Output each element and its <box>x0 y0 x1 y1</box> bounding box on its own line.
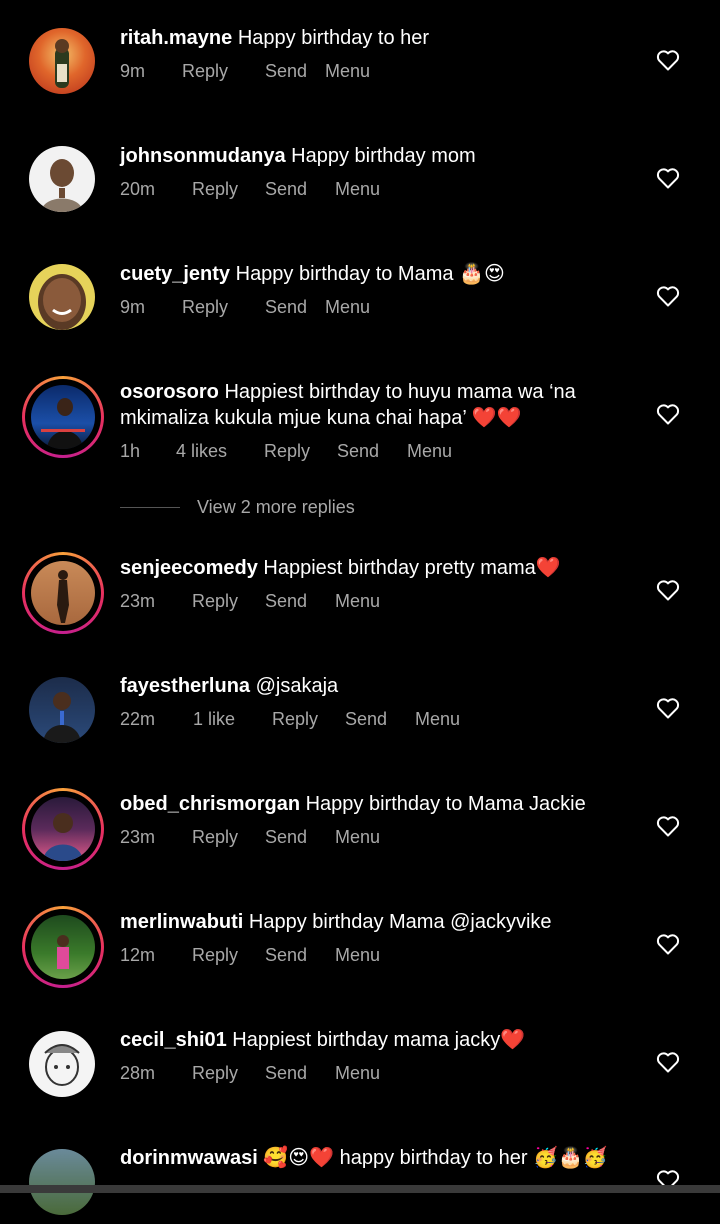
timestamp: 22m <box>120 709 156 729</box>
send-button[interactable]: Send <box>265 591 335 612</box>
username[interactable]: cecil_shi01 <box>120 1029 227 1051</box>
username[interactable]: dorinmwawasi <box>120 1147 258 1169</box>
send-button[interactable]: Send <box>265 179 335 200</box>
comment-body: Happy birthday to Mama Jackie <box>300 793 586 815</box>
comment-body: Happiest birthday mama jacky❤️ <box>226 1029 526 1051</box>
comment-text: osorosoro Happiest birthday to huyu mama… <box>120 379 640 431</box>
heart-outline-icon[interactable] <box>656 933 680 955</box>
comment-meta: 1h 4 likes Reply Send Menu <box>120 441 452 462</box>
heart-outline-icon[interactable] <box>656 403 680 425</box>
username[interactable]: johnsonmudanya <box>120 145 286 167</box>
username[interactable]: cuety_jenty <box>120 263 230 285</box>
reply-button[interactable]: Reply <box>182 297 265 318</box>
heart-outline-icon[interactable] <box>656 815 680 837</box>
comment-body: 🥰😍❤️ happy birthday to her 🥳🎂🥳 <box>257 1147 608 1169</box>
comment-text: fayestherluna @jsakaja <box>120 673 640 699</box>
timestamp: 9m <box>120 61 146 81</box>
avatar[interactable] <box>22 1024 104 1106</box>
heart-outline-icon[interactable] <box>656 167 680 189</box>
timestamp: 12m <box>120 945 156 965</box>
comment-text: cecil_shi01 Happiest birthday mama jacky… <box>120 1027 640 1053</box>
view-more-replies[interactable]: View 2 more replies <box>120 497 355 518</box>
reply-button[interactable]: Reply <box>192 1063 265 1084</box>
username[interactable]: ritah.mayne <box>120 27 232 49</box>
username[interactable]: merlinwabuti <box>120 911 243 933</box>
menu-button[interactable]: Menu <box>335 1063 380 1084</box>
timestamp: 23m <box>120 591 156 611</box>
reply-button[interactable]: Reply <box>264 441 337 462</box>
menu-button[interactable]: Menu <box>325 61 370 82</box>
menu-button[interactable]: Menu <box>407 441 452 462</box>
heart-outline-icon[interactable] <box>656 579 680 601</box>
reply-button[interactable]: Reply <box>182 61 265 82</box>
avatar[interactable] <box>22 670 104 752</box>
comment-body: Happiest birthday pretty mama❤️ <box>257 557 561 579</box>
send-button[interactable]: Send <box>345 709 415 730</box>
avatar[interactable] <box>22 376 104 458</box>
send-button[interactable]: Send <box>265 61 325 82</box>
send-button[interactable]: Send <box>265 1063 335 1084</box>
comment-meta: 22m 1 like Reply Send Menu <box>120 709 460 730</box>
comment-text: cuety_jenty Happy birthday to Mama 🎂😍 <box>120 261 640 287</box>
menu-button[interactable]: Menu <box>335 591 380 612</box>
username[interactable]: osorosoro <box>120 381 219 403</box>
username[interactable]: obed_chrismorgan <box>120 793 300 815</box>
menu-button[interactable]: Menu <box>335 179 380 200</box>
comment-meta: 23m Reply Send Menu <box>120 591 380 612</box>
comment-body: Happy birthday to Mama 🎂😍 <box>230 263 505 285</box>
comment-text: johnsonmudanya Happy birthday mom <box>120 143 640 169</box>
comment-body: @jsakaja <box>250 675 339 697</box>
comment-meta: 9m Reply Send Menu <box>120 61 370 82</box>
avatar[interactable] <box>22 788 104 870</box>
comment-text: dorinmwawasi 🥰😍❤️ happy birthday to her … <box>120 1145 640 1171</box>
heart-outline-icon[interactable] <box>656 285 680 307</box>
reply-button[interactable]: Reply <box>192 591 265 612</box>
avatar[interactable] <box>22 21 104 103</box>
heart-outline-icon[interactable] <box>656 49 680 71</box>
comment-text: senjeecomedy Happiest birthday pretty ma… <box>120 555 640 581</box>
menu-button[interactable]: Menu <box>335 827 380 848</box>
send-button[interactable]: Send <box>337 441 407 462</box>
comment-body: Happy birthday to her <box>232 27 430 49</box>
divider <box>120 507 180 508</box>
comment-meta: 28m Reply Send Menu <box>120 1063 380 1084</box>
comment-meta: 23m Reply Send Menu <box>120 827 380 848</box>
comment-meta: 20m Reply Send Menu <box>120 179 380 200</box>
timestamp: 20m <box>120 179 156 199</box>
avatar[interactable] <box>22 1142 104 1224</box>
timestamp: 23m <box>120 827 156 847</box>
avatar[interactable] <box>22 552 104 634</box>
comment-meta: 9m Reply Send Menu <box>120 297 370 318</box>
comment-body: Happy birthday Mama @jackyvike <box>243 911 552 933</box>
username[interactable]: fayestherluna <box>120 675 250 697</box>
timestamp: 28m <box>120 1063 156 1083</box>
avatar[interactable] <box>22 257 104 339</box>
reply-button[interactable]: Reply <box>272 709 345 730</box>
avatar[interactable] <box>22 139 104 221</box>
comment-text: merlinwabuti Happy birthday Mama @jackyv… <box>120 909 640 935</box>
send-button[interactable]: Send <box>265 297 325 318</box>
comment-text: ritah.mayne Happy birthday to her <box>120 25 640 51</box>
reply-button[interactable]: Reply <box>192 179 265 200</box>
likes-count[interactable]: 1 like <box>193 709 272 730</box>
bottom-bar <box>0 1185 720 1193</box>
timestamp: 9m <box>120 297 146 317</box>
likes-count[interactable]: 4 likes <box>176 441 264 462</box>
comment-text: obed_chrismorgan Happy birthday to Mama … <box>120 791 640 817</box>
heart-outline-icon[interactable] <box>656 1051 680 1073</box>
reply-button[interactable]: Reply <box>192 827 265 848</box>
send-button[interactable]: Send <box>265 945 335 966</box>
reply-button[interactable]: Reply <box>192 945 265 966</box>
menu-button[interactable]: Menu <box>415 709 460 730</box>
menu-button[interactable]: Menu <box>325 297 370 318</box>
avatar[interactable] <box>22 906 104 988</box>
username[interactable]: senjeecomedy <box>120 557 258 579</box>
menu-button[interactable]: Menu <box>335 945 380 966</box>
heart-outline-icon[interactable] <box>656 697 680 719</box>
view-more-label[interactable]: View 2 more replies <box>197 497 355 518</box>
comment-meta: 12m Reply Send Menu <box>120 945 380 966</box>
comment-body: Happy birthday mom <box>285 145 476 167</box>
send-button[interactable]: Send <box>265 827 335 848</box>
timestamp: 1h <box>120 441 141 461</box>
